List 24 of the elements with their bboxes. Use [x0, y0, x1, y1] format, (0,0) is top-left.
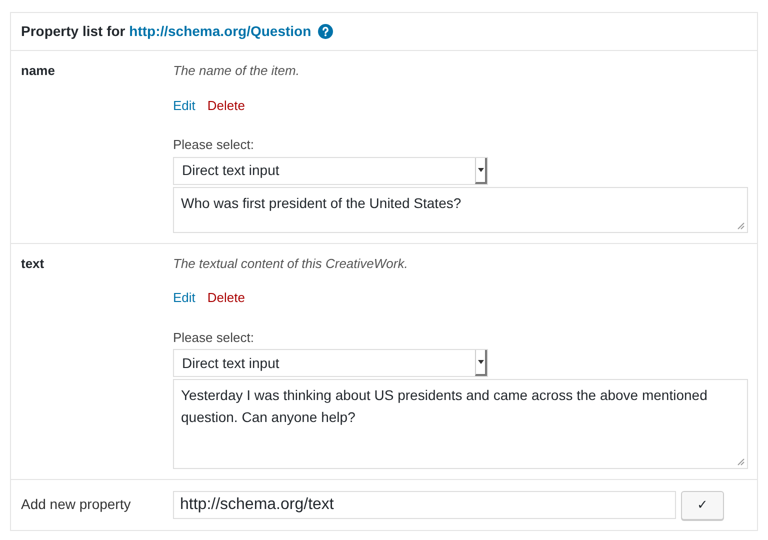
add-property-label: Add new property: [21, 496, 131, 512]
panel-title: Property list for: [21, 22, 126, 41]
dropdown-arrow-icon: [478, 168, 484, 172]
value-textarea[interactable]: Yesterday I was thinking about US presidents and came across the above mentioned question. Can anyone help?: [173, 379, 748, 469]
help-icon[interactable]: [318, 24, 334, 39]
delete-link[interactable]: Delete: [207, 288, 245, 308]
edit-link[interactable]: Edit: [173, 96, 196, 115]
type-select[interactable]: Direct text input: [173, 156, 488, 184]
resize-grip-icon[interactable]: [737, 222, 745, 230]
confirm-button[interactable]: ✓: [681, 490, 724, 520]
select-label: Please select:: [173, 328, 255, 346]
property-description: The textual content of this CreativeWork.: [173, 254, 409, 272]
property-name: name: [21, 63, 55, 78]
value-textarea[interactable]: Who was first president of the United States?: [173, 186, 748, 232]
delete-link[interactable]: Delete: [207, 96, 245, 115]
property-name: text: [21, 256, 44, 270]
resize-grip-icon[interactable]: [737, 458, 745, 466]
type-select[interactable]: Direct text input: [173, 349, 488, 377]
select-label: Please select:: [173, 136, 255, 154]
property-description: The name of the item.: [173, 62, 300, 80]
dropdown-arrow-icon: [478, 360, 484, 364]
schema-link[interactable]: http://schema.org/Question: [129, 21, 312, 42]
edit-link[interactable]: Edit: [173, 288, 196, 308]
property-url-field[interactable]: http://schema.org/text: [173, 491, 676, 519]
